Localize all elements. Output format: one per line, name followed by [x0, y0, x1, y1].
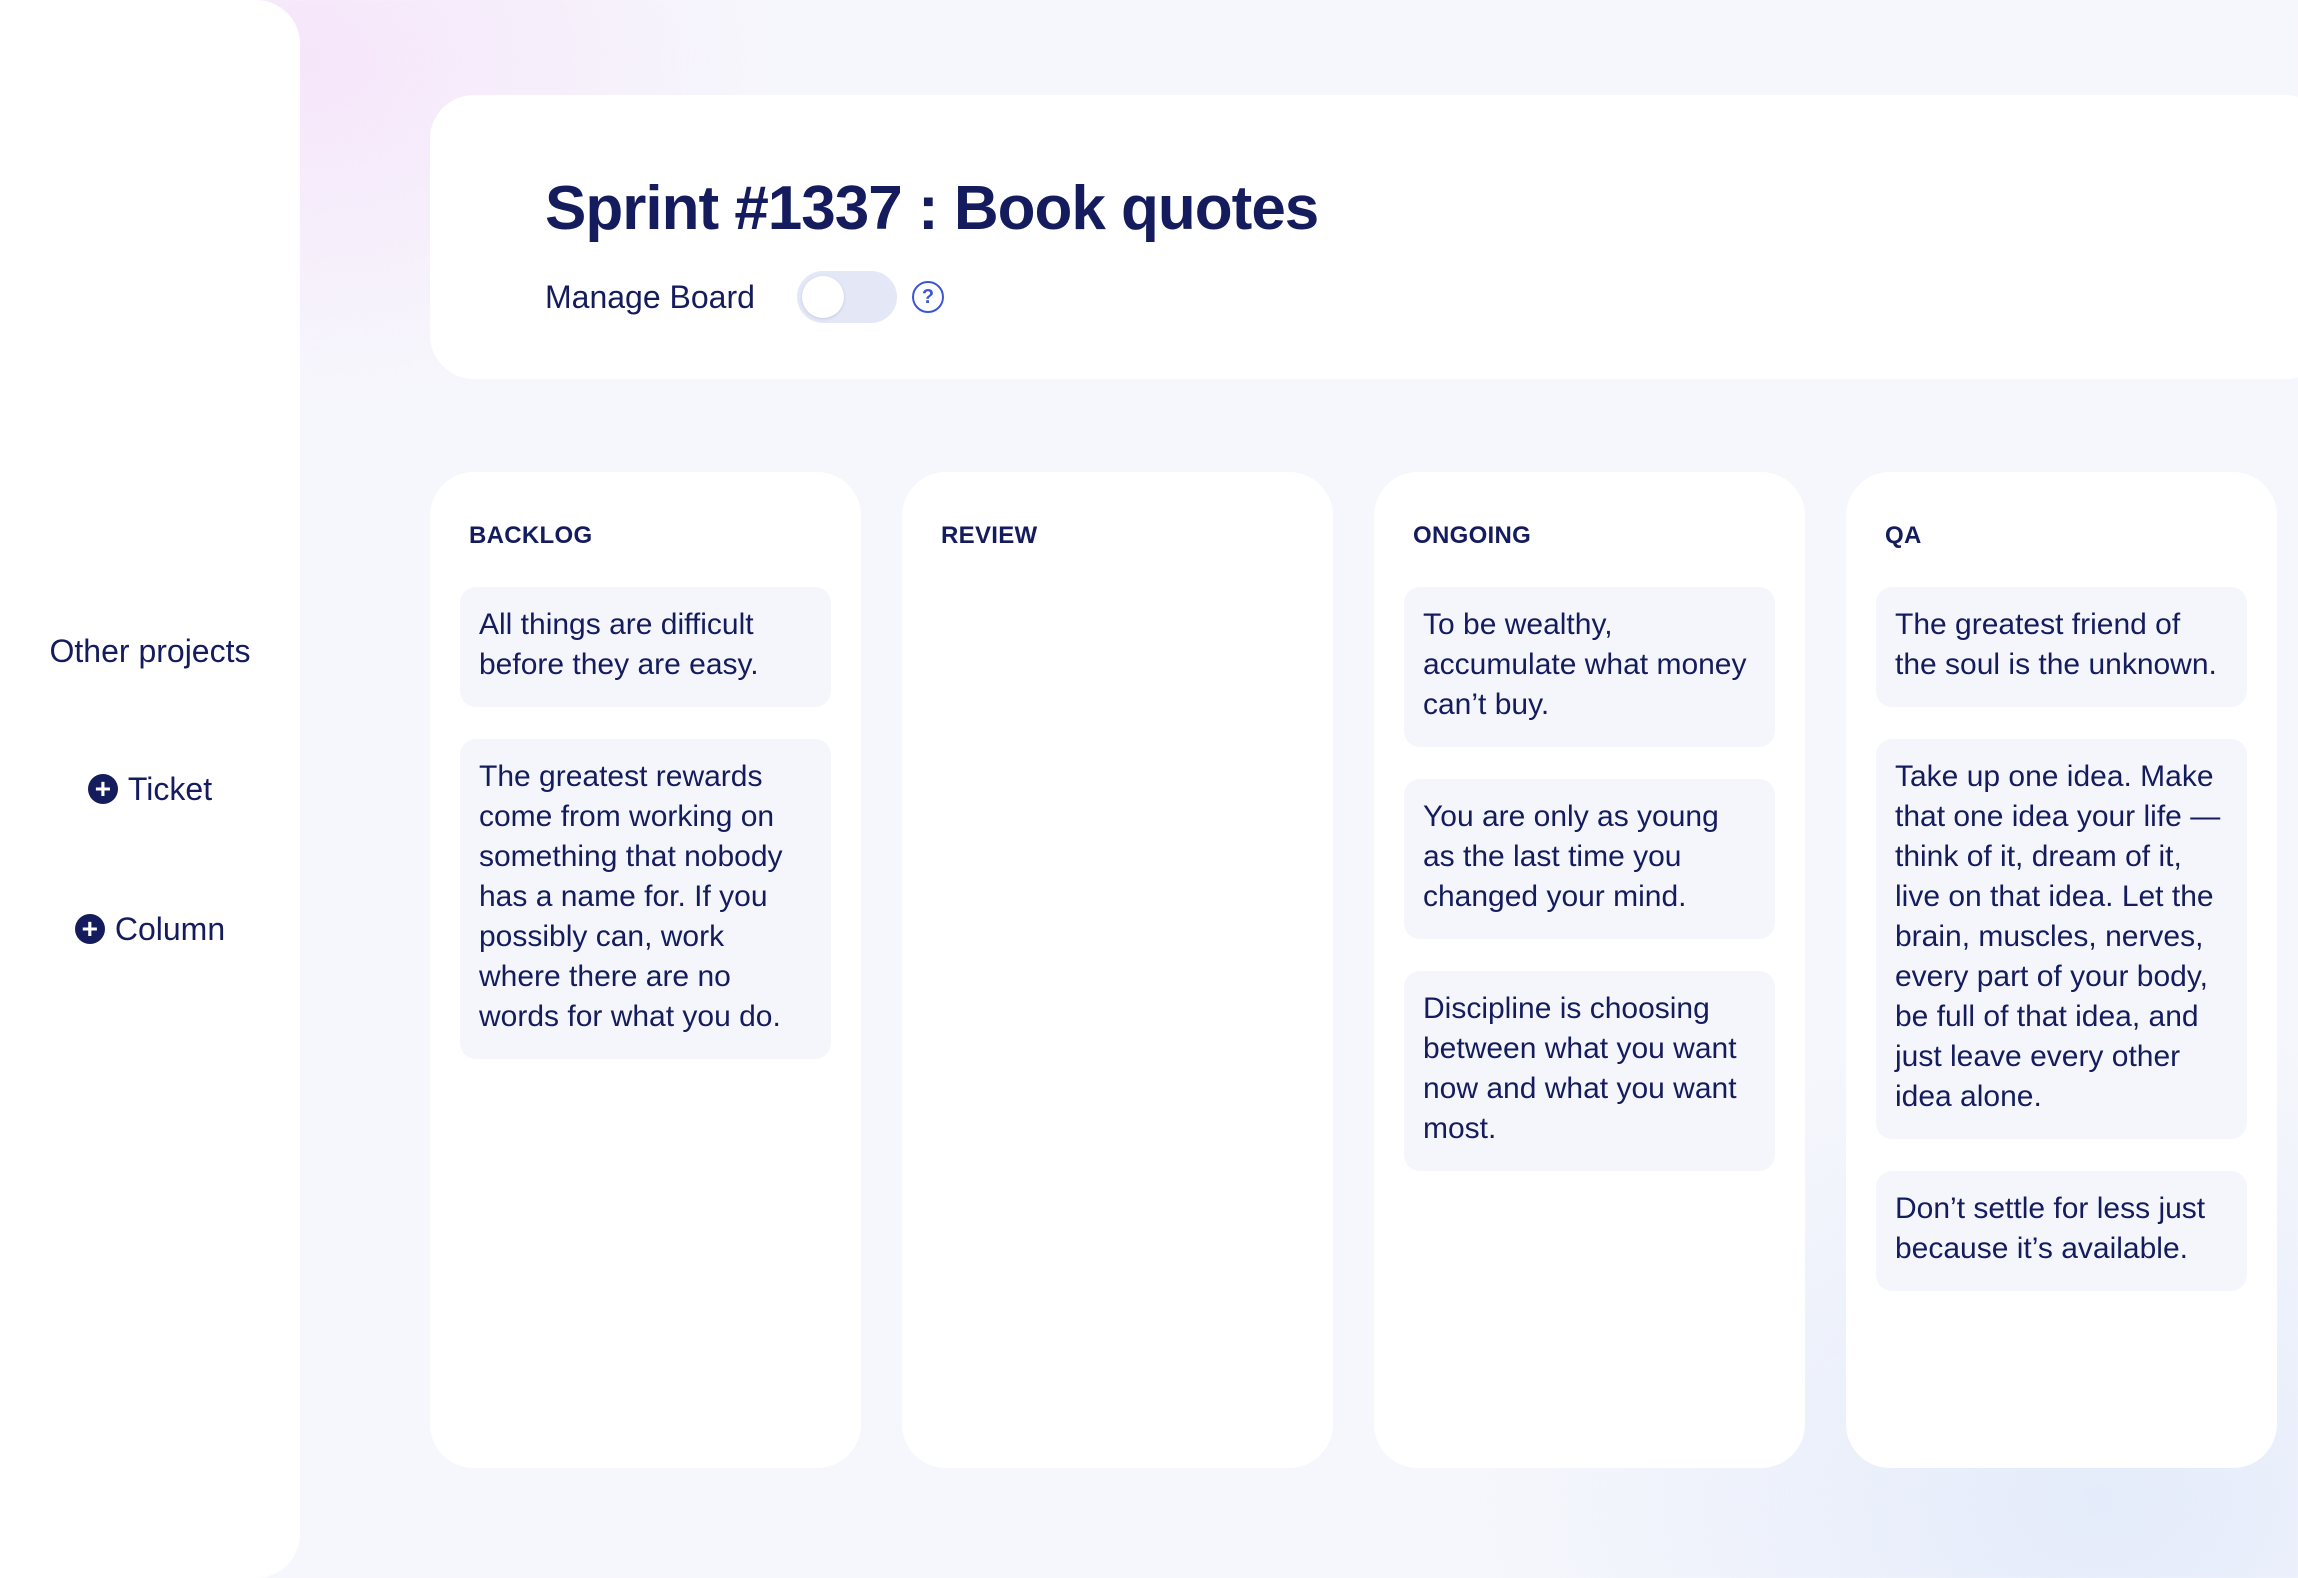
manage-board-row: Manage Board ? — [545, 271, 944, 323]
plus-circle-icon: + — [74, 914, 105, 944]
ticket-card[interactable]: All things are difficult before they are… — [460, 587, 831, 707]
add-ticket-button[interactable]: + Ticket — [0, 766, 300, 812]
board-header: Sprint #1337 : Book quotes Manage Board … — [430, 95, 2298, 379]
column-ongoing: ONGOING To be wealthy, accumulate what m… — [1374, 472, 1805, 1468]
add-column-label: Column — [114, 910, 226, 947]
plus-circle-icon: + — [87, 774, 118, 804]
column-title: BACKLOG — [469, 522, 593, 549]
ticket-card[interactable]: Take up one idea. Make that one idea you… — [1876, 739, 2247, 1139]
column-backlog: BACKLOG All things are difficult before … — [430, 472, 861, 1468]
manage-board-label: Manage Board — [545, 278, 755, 315]
ticket-card[interactable]: You are only as young as the last time y… — [1404, 779, 1775, 939]
column-qa: QA The greatest friend of the soul is th… — [1846, 472, 2277, 1468]
other-projects-label: Other projects — [49, 632, 251, 669]
add-ticket-label: Ticket — [127, 770, 213, 807]
add-column-button[interactable]: + Column — [0, 906, 300, 952]
page-title: Sprint #1337 : Book quotes — [545, 174, 1319, 243]
card-list: All things are difficult before they are… — [460, 587, 831, 1059]
sidebar: Other projects + Ticket + Column — [0, 0, 300, 1578]
column-review: REVIEW — [902, 472, 1333, 1468]
column-title: REVIEW — [941, 522, 1038, 549]
ticket-card[interactable]: Don’t settle for less just because it’s … — [1876, 1171, 2247, 1291]
toggle-knob — [801, 276, 844, 318]
question-circle-icon[interactable]: ? — [911, 281, 944, 313]
ticket-card[interactable]: The greatest friend of the soul is the u… — [1876, 587, 2247, 707]
card-list: To be wealthy, accumulate what money can… — [1404, 587, 1775, 1171]
column-title: ONGOING — [1413, 522, 1532, 549]
manage-board-toggle[interactable] — [796, 271, 897, 323]
other-projects-link[interactable]: Other projects — [0, 628, 300, 674]
ticket-card[interactable]: Discipline is choosing between what you … — [1404, 971, 1775, 1171]
ticket-card[interactable]: To be wealthy, accumulate what money can… — [1404, 587, 1775, 747]
ticket-card[interactable]: The greatest rewards come from working o… — [460, 739, 831, 1059]
card-list: The greatest friend of the soul is the u… — [1876, 587, 2247, 1291]
column-title: QA — [1885, 522, 1922, 549]
